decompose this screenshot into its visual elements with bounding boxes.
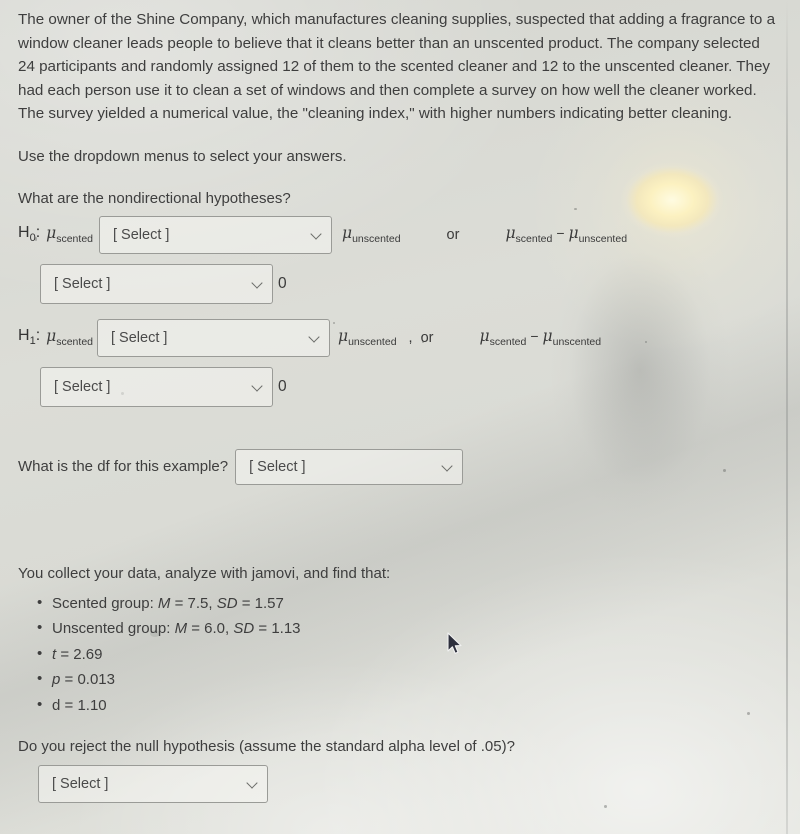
stat-value: = 7.5,	[170, 594, 217, 612]
reject-select[interactable]: [ Select ]	[38, 765, 268, 803]
intro-paragraph: The owner of the Shine Company, which ma…	[18, 11, 776, 122]
df-select[interactable]: [ Select ]	[235, 448, 464, 485]
mu-symbol: μ	[46, 327, 57, 346]
alternative-hypothesis-second-row: [ Select ] 0	[40, 366, 782, 407]
list-item: t = 2.69	[37, 641, 782, 668]
hypotheses-question: What are the nondirectional hypotheses?	[18, 189, 291, 207]
null-hypothesis-zero-value: 0	[278, 274, 287, 292]
alternative-hypothesis-zero-value: 0	[278, 377, 287, 395]
mu-symbol: μ	[338, 327, 349, 346]
alt-or-word: or	[420, 329, 434, 346]
alt-right-mu-term: μunscented	[338, 327, 397, 348]
stat-prefix: Unscented group:	[52, 620, 175, 637]
null-hypothesis-value-select[interactable]: [ Select ]	[40, 263, 273, 304]
df-question-row: What is the df for this example? [ Selec…	[18, 448, 782, 485]
mu-subscript: unscented	[578, 232, 628, 245]
select-placeholder-text: [ Select ]	[111, 329, 168, 346]
h-colon: :	[35, 224, 41, 242]
stat-value: = 1.57	[237, 594, 284, 612]
stat-value: = 2.69	[56, 645, 103, 663]
select-placeholder-text: [ Select ]	[54, 275, 111, 292]
null-hypothesis-operator-select[interactable]: [ Select ]	[99, 215, 332, 254]
stat-value: = 0.013	[60, 671, 115, 688]
select-placeholder-text: [ Select ]	[113, 226, 170, 243]
alternative-hypothesis-operator-select[interactable]: [ Select ]	[97, 318, 330, 357]
list-item: Scented group: M = 7.5, SD = 1.57	[37, 590, 782, 617]
mu-subscript: scented	[56, 232, 93, 245]
worksheet-content: The owner of the Shine Company, which ma…	[0, 0, 800, 803]
list-item: p = 0.013	[37, 666, 782, 693]
null-hypothesis-label: H0:	[18, 224, 40, 244]
select-placeholder-text: [ Select ]	[52, 776, 109, 792]
alt-separator: ,	[408, 329, 413, 346]
stat-symbol: SD	[216, 594, 238, 612]
null-alt-expression: μscented − μunscented	[505, 224, 627, 245]
alt-alt-expression: μscented − μunscented	[479, 327, 601, 348]
h-letter: H	[18, 327, 30, 345]
h-letter: H	[18, 224, 30, 242]
dust-speck	[604, 805, 607, 808]
list-item: d = 1.10	[37, 692, 782, 719]
mu-subscript: unscented	[352, 232, 401, 245]
mu-symbol: μ	[505, 224, 516, 243]
stat-value: = 1.13	[254, 620, 301, 637]
mu-subscript: unscented	[552, 335, 602, 348]
results-list: Scented group: M = 7.5, SD = 1.57 Unscen…	[18, 590, 782, 719]
df-question-text: What is the df for this example?	[18, 458, 229, 475]
reject-select-wrapper: [ Select ]	[38, 765, 782, 803]
mu-subscript: scented	[515, 232, 553, 245]
mu-subscript: unscented	[348, 335, 397, 348]
alternative-hypothesis-value-select[interactable]: [ Select ]	[40, 366, 273, 407]
mu-symbol: μ	[479, 327, 490, 346]
null-right-mu-term: μunscented	[342, 224, 401, 245]
results-lead-in: You collect your data, analyze with jamo…	[18, 564, 391, 582]
mu-subscript: scented	[489, 335, 527, 348]
reject-question-text: Do you reject the null hypothesis (assum…	[18, 738, 515, 755]
chevron-down-icon	[253, 278, 263, 288]
chevron-down-icon	[312, 229, 322, 239]
chevron-down-icon	[443, 461, 453, 471]
mu-symbol: μ	[342, 224, 353, 243]
alternative-hypothesis-label: H1:	[18, 327, 40, 347]
h-colon: :	[35, 327, 41, 345]
chevron-down-icon	[310, 332, 320, 342]
stat-value: = 1.10	[60, 696, 107, 714]
chevron-down-icon	[253, 381, 263, 391]
null-or-word: or	[446, 226, 460, 243]
null-hypothesis-row: H0: μscented [ Select ] μunscented or μs…	[18, 215, 782, 254]
select-placeholder-text: [ Select ]	[54, 378, 111, 395]
select-placeholder-text: [ Select ]	[249, 458, 306, 475]
null-left-mu-term: μscented	[46, 224, 93, 245]
list-item: Unscented group: M = 6.0, SD = 1.13	[37, 615, 782, 642]
mu-symbol: μ	[542, 327, 553, 346]
chevron-down-icon	[248, 778, 258, 788]
mu-symbol: μ	[568, 224, 579, 243]
minus-sign: −	[556, 225, 565, 242]
minus-sign: −	[530, 328, 539, 345]
stat-value: = 6.0,	[187, 620, 234, 637]
mu-subscript: scented	[56, 335, 93, 348]
stat-prefix: Scented group:	[52, 594, 158, 612]
stat-symbol: M	[174, 620, 188, 637]
instruction-text: Use the dropdown menus to select your an…	[18, 147, 347, 165]
stat-symbol: SD	[233, 620, 255, 637]
stat-symbol: M	[157, 594, 171, 612]
mu-symbol: μ	[46, 224, 57, 243]
null-hypothesis-second-row: [ Select ] 0	[40, 263, 782, 304]
alt-left-mu-term: μscented	[46, 327, 93, 348]
alternative-hypothesis-row: H1: μscented [ Select ] μunscented , or …	[18, 318, 782, 357]
